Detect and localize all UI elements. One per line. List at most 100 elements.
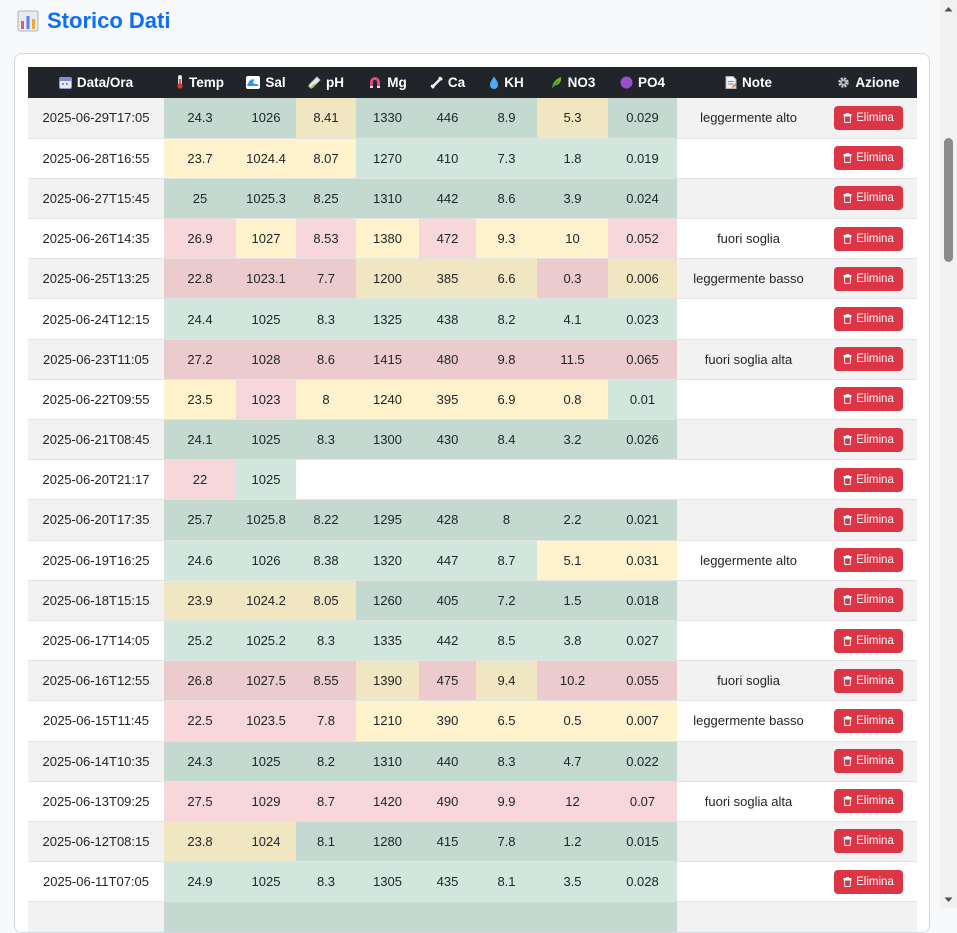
- cell-mg: 1420: [356, 781, 419, 822]
- trash-icon: [843, 675, 852, 686]
- trash-icon: [843, 273, 852, 284]
- table-row: 2025-06-25T13:25 22.8 1023.1 7.7 1200 385 6.6 0…: [28, 258, 917, 300]
- delete-button[interactable]: Elimina: [834, 467, 903, 492]
- cell-mg: 1380: [356, 218, 419, 260]
- delete-button[interactable]: Elimina: [834, 507, 903, 532]
- cell-ph: 8.07: [296, 138, 356, 179]
- delete-button[interactable]: Elimina: [834, 829, 903, 854]
- cell-temp: 24.6: [164, 540, 236, 581]
- col-header-ph[interactable]: pH: [296, 67, 356, 98]
- cell-kh: 8.9: [476, 98, 537, 139]
- delete-button[interactable]: Elimina: [834, 789, 903, 814]
- cell-date: 2025-06-14T10:35: [28, 741, 164, 782]
- cell-sal: 1026: [236, 98, 296, 139]
- col-header-no3[interactable]: NO3: [537, 67, 608, 98]
- vertical-scrollbar[interactable]: [940, 0, 957, 908]
- cell-no3: 0.5: [537, 700, 608, 742]
- cell-no3: 3.8: [537, 620, 608, 662]
- delete-button-label: Elimina: [856, 554, 894, 567]
- bar-chart-icon: [17, 10, 39, 32]
- scroll-down-arrow-icon[interactable]: [940, 891, 957, 908]
- delete-button[interactable]: Elimina: [834, 869, 903, 894]
- col-header-note[interactable]: Note: [677, 67, 820, 98]
- delete-button[interactable]: Elimina: [834, 628, 903, 653]
- cell-note: fuori soglia alta: [677, 339, 820, 380]
- cell-no3: 2.2: [537, 499, 608, 541]
- cell-kh: 7.2: [476, 580, 537, 621]
- delete-button[interactable]: Elimina: [834, 146, 903, 171]
- cell-date: 2025-06-15T11:45: [28, 700, 164, 742]
- cell-note: [677, 620, 820, 662]
- cell-sal: [236, 901, 296, 932]
- delete-button[interactable]: Elimina: [834, 749, 903, 774]
- col-header-temp[interactable]: Temp: [164, 67, 236, 98]
- cell-kh: 8.6: [476, 178, 537, 220]
- cell-ca: 475: [419, 660, 476, 702]
- cell-kh: 6.9: [476, 379, 537, 421]
- cell-date: 2025-06-25T13:25: [28, 258, 164, 300]
- cell-kh: 8.5: [476, 620, 537, 662]
- delete-button[interactable]: Elimina: [834, 708, 903, 733]
- delete-button[interactable]: Elimina: [834, 186, 903, 211]
- cell-mg: 1310: [356, 741, 419, 782]
- trash-icon: [843, 715, 852, 726]
- cell-ph: 8.3: [296, 298, 356, 340]
- cell-date: 2025-06-18T15:15: [28, 580, 164, 621]
- table-row: 2025-06-19T16:25 24.6 1026 8.38 1320 447 8.7 5.…: [28, 540, 917, 581]
- delete-button[interactable]: Elimina: [834, 548, 903, 573]
- cell-date: 2025-06-12T08:15: [28, 821, 164, 863]
- cell-ph: [296, 901, 356, 932]
- cell-mg: [356, 901, 419, 932]
- cell-po4: 0.006: [608, 258, 677, 300]
- cell-note: leggermente basso: [677, 258, 820, 300]
- delete-button[interactable]: Elimina: [834, 588, 903, 613]
- col-header-kh[interactable]: KH: [476, 67, 537, 98]
- delete-button[interactable]: Elimina: [834, 427, 903, 452]
- delete-button[interactable]: Elimina: [834, 226, 903, 251]
- delete-button[interactable]: Elimina: [834, 347, 903, 372]
- delete-button-label: Elimina: [856, 513, 894, 526]
- delete-button[interactable]: Elimina: [834, 307, 903, 332]
- cell-no3: 11.5: [537, 339, 608, 380]
- col-header-mg[interactable]: Mg: [356, 67, 419, 98]
- delete-button[interactable]: Elimina: [834, 266, 903, 291]
- cell-note: leggermente basso: [677, 700, 820, 742]
- cell-temp: 23.5: [164, 379, 236, 421]
- col-header-sal[interactable]: Sal: [236, 67, 296, 98]
- cell-action: Elimina: [820, 781, 917, 822]
- cell-date: 2025-06-17T14:05: [28, 620, 164, 662]
- table-row: 2025-06-14T10:35 24.3 1025 8.2 1310 440 8.3 4.7…: [28, 741, 917, 782]
- cell-ca: 410: [419, 138, 476, 179]
- delete-button-label: Elimina: [856, 755, 894, 768]
- delete-button-label: Elimina: [856, 152, 894, 165]
- delete-button[interactable]: Elimina: [834, 668, 903, 693]
- cell-po4: [608, 901, 677, 932]
- cell-note: fuori soglia alta: [677, 781, 820, 822]
- cell-mg: 1320: [356, 540, 419, 581]
- cell-temp: 24.9: [164, 861, 236, 903]
- col-header-date[interactable]: Data/Ora: [28, 67, 164, 98]
- delete-button-label: Elimina: [856, 875, 894, 888]
- col-header-po4[interactable]: PO4: [608, 67, 677, 98]
- cell-temp: 23.8: [164, 821, 236, 863]
- cell-mg: 1280: [356, 821, 419, 863]
- col-header-ca[interactable]: Ca: [419, 67, 476, 98]
- cell-note: [677, 741, 820, 782]
- delete-button[interactable]: Elimina: [834, 105, 903, 130]
- trash-icon: [843, 474, 852, 485]
- trash-icon: [843, 635, 852, 646]
- cell-note: [677, 459, 820, 501]
- scroll-thumb[interactable]: [944, 138, 953, 262]
- cell-po4: 0.028: [608, 861, 677, 903]
- cell-temp: 24.1: [164, 419, 236, 461]
- cell-date: 2025-06-28T16:55: [28, 138, 164, 179]
- cell-po4: 0.023: [608, 298, 677, 340]
- bone-icon: [430, 76, 443, 89]
- cell-mg: 1415: [356, 339, 419, 380]
- scroll-up-arrow-icon[interactable]: [940, 0, 957, 17]
- cell-sal: 1027: [236, 218, 296, 260]
- test-tube-icon: [308, 76, 321, 89]
- cell-po4: 0.027: [608, 620, 677, 662]
- delete-button[interactable]: Elimina: [834, 387, 903, 412]
- cell-no3: 12: [537, 781, 608, 822]
